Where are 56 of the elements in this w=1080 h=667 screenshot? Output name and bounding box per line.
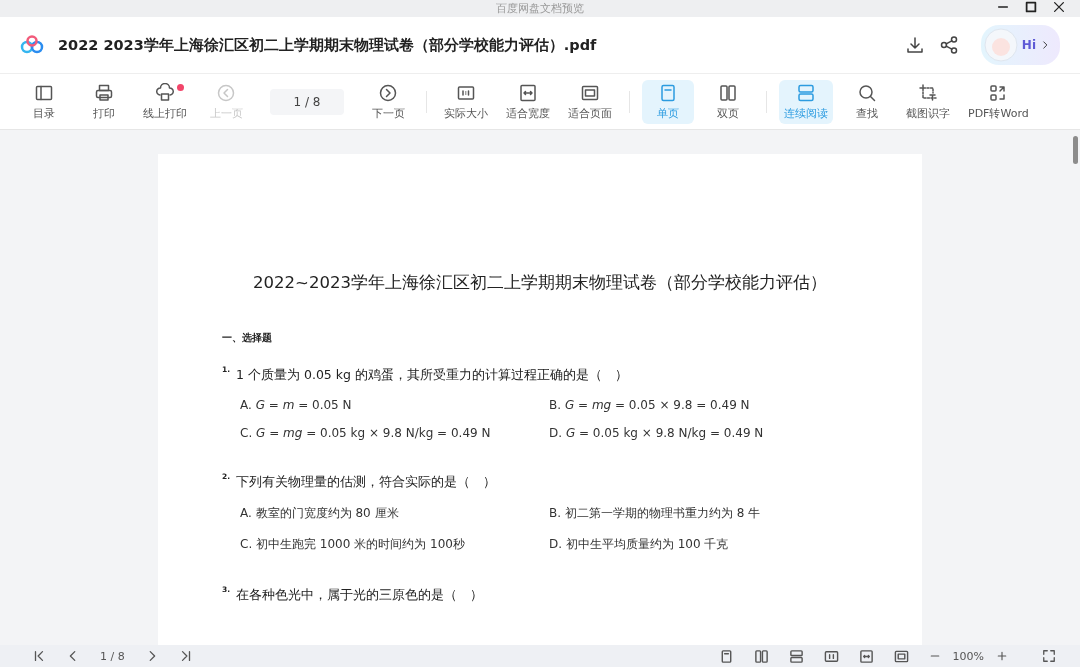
avatar-icon bbox=[983, 28, 1018, 62]
answer-option: A. 教室的门宽度约为 80 厘米 bbox=[240, 505, 549, 522]
left-circle-icon bbox=[216, 82, 236, 103]
continuous-pages-icon bbox=[796, 82, 816, 103]
fit-width-icon bbox=[858, 648, 874, 664]
toolbar-button[interactable]: PDF转Word bbox=[963, 79, 1034, 124]
double-page-icon bbox=[718, 82, 738, 103]
single-page-icon bbox=[658, 82, 678, 103]
fullscreen-icon bbox=[1042, 649, 1056, 663]
download-icon bbox=[904, 35, 925, 55]
toolbar-button[interactable]: 线上打印 bbox=[138, 79, 192, 124]
answer-option: A. G = m = 0.05 N bbox=[240, 398, 549, 412]
answer-option: D. G = 0.05 kg × 9.8 N/kg = 0.49 N bbox=[549, 426, 858, 440]
toolbar-button[interactable]: 打印 bbox=[78, 79, 130, 124]
printer-icon bbox=[94, 82, 114, 103]
toolbar-button[interactable]: 查找 bbox=[841, 79, 893, 124]
chevron-right-icon bbox=[1040, 39, 1050, 51]
first-page-icon bbox=[32, 649, 46, 663]
question-text: 1 个质量为 0.05 kg 的鸡蛋，其所受重力的计算过程正确的是（ ） bbox=[236, 367, 628, 384]
answer-option: B. G = mg = 0.05 × 9.8 = 0.49 N bbox=[549, 398, 858, 412]
toolbar-button[interactable]: 目录 bbox=[18, 79, 70, 124]
crop-icon bbox=[918, 82, 938, 103]
plus-icon bbox=[996, 650, 1008, 662]
scrollbar-thumb[interactable] bbox=[1073, 136, 1078, 164]
maximize-icon bbox=[1024, 0, 1038, 14]
actual-size-icon bbox=[823, 648, 839, 664]
answer-option: C. 初中生跑完 1000 米的时间约为 100秒 bbox=[240, 536, 549, 553]
answer-option: C. G = mg = 0.05 kg × 9.8 N/kg = 0.49 N bbox=[240, 426, 549, 440]
fit-width-icon bbox=[518, 82, 538, 103]
toolbar-button[interactable]: 适合页面 bbox=[563, 79, 617, 124]
question-text: 下列有关物理量的估测，符合实际的是（ ） bbox=[236, 474, 497, 491]
toolbar-button[interactable]: 截图识字 bbox=[901, 79, 955, 124]
cloud-logo-icon bbox=[20, 35, 44, 55]
toolbar-button[interactable]: 下一页 bbox=[362, 79, 414, 124]
answer-option: B. 初二第一学期的物理书重力约为 8 牛 bbox=[549, 505, 858, 522]
page-number-field[interactable]: 1 / 8 bbox=[270, 88, 344, 115]
answer-option: D. 初中生平均质量约为 100 千克 bbox=[549, 536, 858, 553]
right-circle-icon bbox=[378, 82, 398, 103]
window-title: 百度网盘文档预览 bbox=[496, 1, 584, 16]
share-icon bbox=[938, 35, 959, 55]
cloud-printer-icon bbox=[155, 82, 175, 103]
assistant-button[interactable]: Hi bbox=[980, 25, 1060, 65]
fit-page-icon bbox=[893, 648, 909, 664]
file-name: 2022 2023学年上海徐汇区初二上学期期末物理试卷（部分学校能力评估）.pdf bbox=[58, 35, 598, 55]
toolbar-button[interactable]: 适合宽度 bbox=[501, 79, 555, 124]
double-page-icon bbox=[753, 648, 769, 664]
page-indicator: 1 / 8 bbox=[100, 649, 125, 663]
toolbar-button[interactable]: 双页 bbox=[702, 79, 754, 124]
continuous-pages-icon bbox=[788, 648, 804, 664]
toolbar-button[interactable]: 实际大小 bbox=[439, 79, 493, 124]
section-heading: 一、选择题 bbox=[222, 332, 273, 345]
search-icon bbox=[857, 82, 877, 103]
question-text: 在各种色光中，属于光的三原色的是（ ） bbox=[236, 587, 484, 604]
zoom-level: 100% bbox=[952, 649, 984, 663]
document-title: 2022~2023学年上海徐汇区初二上学期期末物理试卷（部分学校能力评估） bbox=[252, 272, 828, 294]
close-icon bbox=[1052, 0, 1066, 14]
